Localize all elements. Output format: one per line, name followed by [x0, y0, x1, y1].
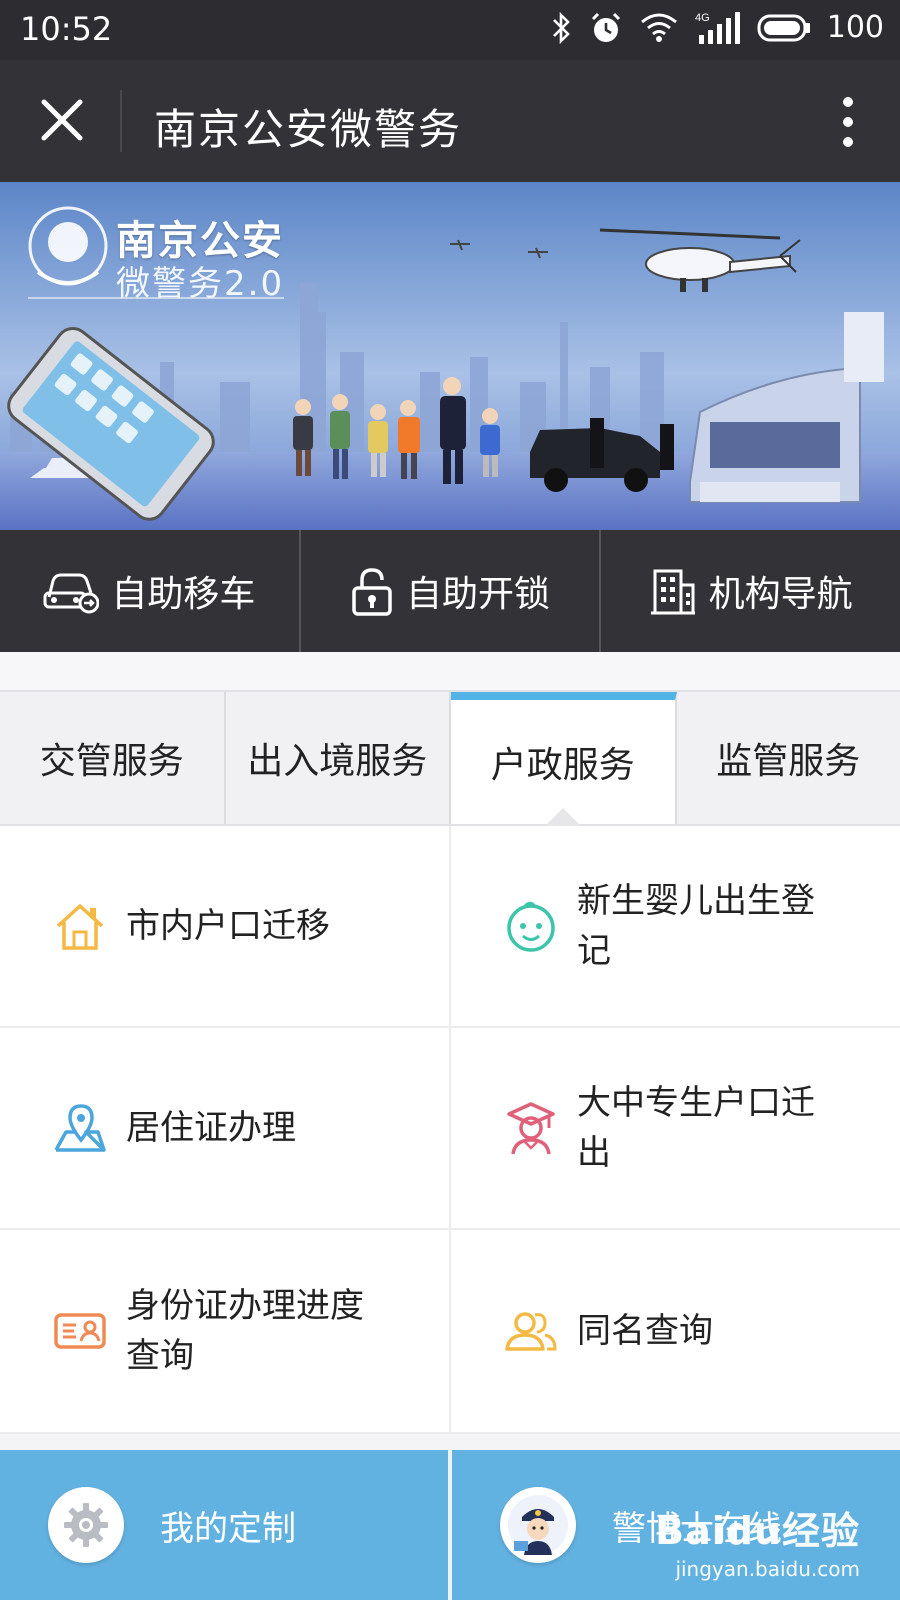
bluetooth-icon	[552, 11, 570, 44]
baby-face-icon	[507, 901, 555, 952]
quick-action-label: 自助移车	[111, 574, 256, 615]
people-icon	[505, 1312, 557, 1351]
gear-icon	[48, 1487, 124, 1563]
self-unlock-button[interactable]: 自助开锁	[301, 530, 602, 652]
banner-logo-line2: 微警务2.0	[116, 264, 285, 304]
nav-bar: 南京公安微警务	[0, 60, 900, 182]
tab-label: 监管服务	[716, 741, 861, 782]
my-customization-button[interactable]: 我的定制	[0, 1450, 452, 1600]
police-avatar-icon	[500, 1487, 576, 1563]
tab-label: 交管服务	[39, 741, 184, 782]
tab-label: 出入境服务	[247, 741, 428, 782]
status-bar: 10:52 4G 100	[0, 0, 900, 60]
car-icon	[43, 573, 100, 614]
service-label: 市内户口迁移	[126, 906, 330, 946]
quick-action-label: 机构导航	[708, 574, 853, 615]
watermark-line2: jingyan.baidu.com	[675, 1557, 860, 1581]
tab-traffic-services[interactable]: 交管服务	[0, 692, 226, 824]
service-tabs: 交管服务 出入境服务 户政服务 监管服务	[0, 690, 900, 826]
service-item-id-card-progress-query[interactable]: 身份证办理进度查询	[0, 1230, 451, 1434]
page-title: 南京公安微警务	[154, 105, 463, 154]
self-move-car-button[interactable]: 自助移车	[0, 530, 301, 652]
lock-icon	[352, 568, 392, 616]
baidu-jingyan-watermark: Baidu经验 jingyan.baidu.com	[655, 1500, 860, 1581]
quick-actions-bar: 自助移车 自助开锁 机构导航	[0, 530, 900, 652]
battery-icon	[757, 14, 810, 41]
status-time: 10:52	[20, 10, 113, 48]
service-label: 新生婴儿出生登记	[577, 881, 815, 971]
wifi-icon	[640, 13, 677, 42]
bottom-bar-label: 我的定制	[160, 1508, 296, 1549]
service-item-newborn-registration[interactable]: 新生婴儿出生登记	[451, 826, 900, 1028]
signal-icon: 4G	[695, 11, 740, 44]
tab-immigration-services[interactable]: 出入境服务	[226, 692, 451, 824]
section-gap	[0, 652, 900, 690]
quick-action-label: 自助开锁	[406, 574, 551, 615]
service-label: 同名查询	[577, 1311, 713, 1351]
nav-divider	[120, 90, 122, 152]
map-pin-icon	[54, 1104, 106, 1152]
tab-label: 户政服务	[490, 745, 635, 786]
status-icons: 4G 100	[551, 10, 884, 45]
watermark-line1: Baidu经验	[655, 1509, 860, 1553]
agency-navigation-button[interactable]: 机构导航	[601, 530, 900, 652]
id-card-icon	[54, 1313, 106, 1349]
service-item-residence-permit[interactable]: 居住证办理	[0, 1028, 451, 1230]
service-label: 身份证办理进度查询	[126, 1286, 364, 1376]
active-tab-caret	[544, 808, 581, 826]
building-icon	[650, 569, 695, 615]
service-label: 居住证办理	[126, 1108, 296, 1148]
service-grid: 市内户口迁移 新生婴儿出生登记 居住证办理 大中专生户口迁出 身份证办理进度查询…	[0, 826, 900, 1434]
alarm-icon	[591, 12, 620, 42]
tab-supervision-services[interactable]: 监管服务	[677, 692, 900, 824]
tab-household-services[interactable]: 户政服务	[451, 692, 677, 826]
service-label: 大中专生户口迁出	[577, 1083, 815, 1173]
close-icon[interactable]	[36, 94, 88, 146]
service-item-intracity-hukou-transfer[interactable]: 市内户口迁移	[0, 826, 451, 1028]
house-icon	[56, 904, 104, 950]
graduate-icon	[507, 1102, 555, 1155]
service-item-college-student-hukou-out[interactable]: 大中专生户口迁出	[451, 1028, 900, 1230]
battery-level: 100	[826, 10, 884, 45]
more-menu-icon[interactable]	[842, 96, 854, 148]
hero-banner[interactable]: 南京公安 微警务2.0	[0, 182, 900, 530]
service-item-same-name-query[interactable]: 同名查询	[451, 1230, 900, 1434]
svg-text:4G: 4G	[695, 12, 710, 24]
